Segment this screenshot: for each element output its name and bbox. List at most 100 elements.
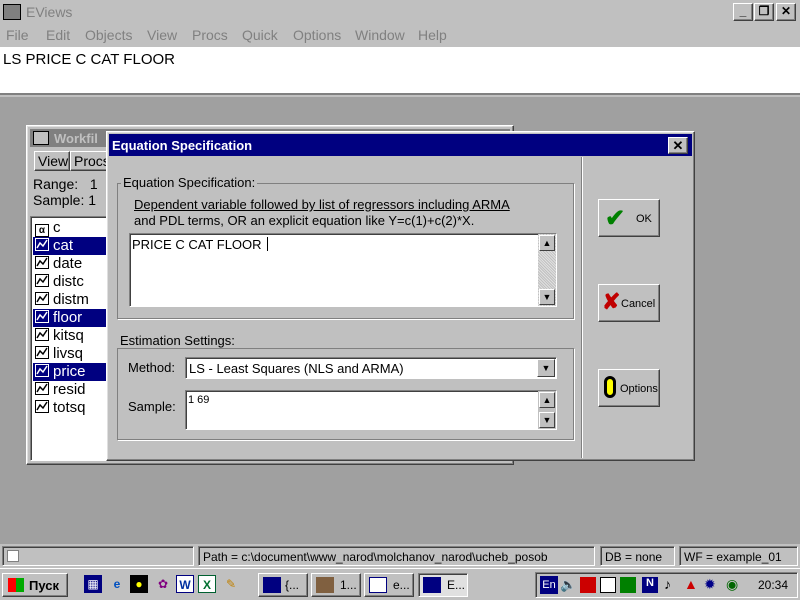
method-label: Method:	[128, 360, 175, 375]
scroll-up-icon[interactable]: ▲	[539, 235, 555, 251]
workfile-object-label: date	[53, 255, 83, 272]
series-icon	[35, 256, 49, 269]
workfile-icon	[33, 131, 49, 145]
eviews-app-icon[interactable]	[3, 4, 21, 20]
status-wf: WF = example_01	[679, 546, 798, 566]
minimize-button[interactable]: _	[733, 3, 753, 21]
alpha-icon: α	[35, 224, 49, 237]
workfile-object-livsq[interactable]: livsq	[33, 345, 109, 363]
spec-text: PRICE C CAT FLOOR	[132, 237, 262, 252]
speaker-icon[interactable]: 🔈	[560, 577, 576, 593]
sample-field-label: Sample:	[128, 399, 176, 414]
quicklaunch-app-icon[interactable]: ●	[130, 575, 148, 593]
scroll-down-icon[interactable]: ▼	[539, 412, 555, 428]
scroll-up-icon[interactable]: ▲	[539, 392, 555, 408]
menu-objects[interactable]: Objects	[85, 27, 132, 43]
restore-button[interactable]: ❐	[754, 3, 774, 21]
task-label: {...	[285, 578, 300, 592]
workfile-object-c[interactable]: αc	[33, 219, 109, 237]
quicklaunch-ie-icon[interactable]: e	[108, 575, 126, 593]
command-text: LS PRICE C CAT FLOOR	[3, 51, 175, 68]
tray-triangle-icon[interactable]: ▲	[684, 576, 698, 592]
workfile-object-label: livsq	[53, 345, 84, 362]
tray-mail-icon[interactable]	[620, 577, 636, 593]
workfile-object-cat[interactable]: cat	[33, 237, 109, 255]
task-icon	[316, 577, 334, 593]
tray-app-icon[interactable]	[580, 577, 596, 593]
dialog-close-button[interactable]: ✕	[668, 137, 688, 154]
text-cursor	[267, 237, 268, 251]
dialog-titlebar[interactable]: Equation Specification ✕	[109, 134, 692, 156]
workfile-object-distm[interactable]: distm	[33, 291, 109, 309]
menu-help[interactable]: Help	[418, 27, 447, 43]
menu-window[interactable]: Window	[355, 27, 405, 43]
quicklaunch-pencil-icon[interactable]: ✎	[222, 575, 240, 593]
workfile-object-kitsq[interactable]: kitsq	[33, 327, 109, 345]
dialog-title: Equation Specification	[112, 138, 253, 153]
close-button[interactable]: ✕	[776, 3, 796, 21]
dialog-divider	[581, 157, 583, 458]
taskbar: Пуск ▦ e ● ✿ W X ✎ {... 1... e... E... E…	[0, 568, 800, 600]
task-label: 1...	[340, 578, 357, 592]
language-indicator[interactable]: En	[540, 576, 558, 594]
cancel-button[interactable]: ✘ Cancel	[598, 284, 660, 322]
task-button-2[interactable]: 1...	[311, 573, 361, 597]
menu-bar: File Edit Objects View Procs Quick Optio…	[0, 24, 800, 46]
series-icon	[35, 400, 49, 413]
ok-button[interactable]: ✔ OK	[598, 199, 660, 237]
tray-n-icon[interactable]: N	[642, 577, 658, 593]
series-icon	[35, 346, 49, 359]
sample-textarea[interactable]: 1 69 ▲ ▼	[185, 390, 557, 430]
workfile-object-resid[interactable]: resid	[33, 381, 109, 399]
range-label: Range:	[33, 176, 79, 192]
spec-help-line2: and PDL terms, OR an explicit equation l…	[134, 213, 475, 228]
workfile-object-floor[interactable]: floor	[33, 309, 109, 327]
tray-globe-icon[interactable]: ◉	[726, 576, 738, 593]
tray-music-icon[interactable]: ♪	[664, 576, 671, 592]
checkmark-icon: ✔	[605, 205, 626, 232]
series-icon	[35, 238, 49, 251]
task-label: e...	[393, 578, 410, 592]
task-button-3[interactable]: e...	[364, 573, 414, 597]
eviews-icon	[423, 577, 441, 593]
spec-scrollbar[interactable]: ▲ ▼	[538, 234, 556, 306]
quicklaunch-desktop-icon[interactable]: ▦	[84, 575, 102, 593]
options-button[interactable]: Options	[598, 369, 660, 407]
series-icon	[35, 364, 49, 377]
quicklaunch-excel-icon[interactable]: X	[198, 575, 216, 593]
menu-procs[interactable]: Procs	[192, 27, 228, 43]
workfile-object-label: distc	[53, 273, 84, 290]
task-button-1[interactable]: {...	[258, 573, 308, 597]
menu-file[interactable]: File	[6, 27, 29, 43]
task-button-eviews-active[interactable]: E...	[418, 573, 468, 597]
start-button[interactable]: Пуск	[2, 573, 68, 597]
clock[interactable]: 20:34	[758, 578, 788, 592]
menu-quick[interactable]: Quick	[242, 27, 278, 43]
sample-label: Sample:	[33, 192, 85, 208]
workfile-object-price[interactable]: price	[33, 363, 109, 381]
spec-group-label: Equation Specification:	[121, 175, 258, 190]
workfile-view-button[interactable]: View	[34, 151, 70, 171]
start-label: Пуск	[29, 578, 59, 593]
quicklaunch-palette-icon[interactable]: ✿	[154, 575, 172, 593]
quicklaunch-word-icon[interactable]: W	[176, 575, 194, 593]
command-window[interactable]: LS PRICE C CAT FLOOR	[0, 47, 800, 95]
main-titlebar: EViews _ ❐ ✕	[0, 0, 800, 24]
spec-textarea[interactable]: PRICE C CAT FLOOR ▲ ▼	[129, 233, 557, 307]
workfile-object-date[interactable]: date	[33, 255, 109, 273]
scroll-down-icon[interactable]: ▼	[539, 289, 555, 305]
menu-options[interactable]: Options	[293, 27, 341, 43]
status-box-icon	[7, 550, 19, 562]
menu-edit[interactable]: Edit	[46, 27, 70, 43]
workfile-object-distc[interactable]: distc	[33, 273, 109, 291]
word-icon	[369, 577, 387, 593]
method-select[interactable]: LS - Least Squares (NLS and ARMA) ▼	[185, 357, 557, 379]
tray-card-icon[interactable]	[600, 577, 616, 593]
sample-scrollbar[interactable]: ▲ ▼	[538, 391, 556, 429]
workfile-object-label: totsq	[53, 399, 86, 416]
menu-view[interactable]: View	[147, 27, 177, 43]
cancel-label: Cancel	[621, 298, 656, 310]
chevron-down-icon[interactable]: ▼	[537, 359, 555, 377]
tray-gear-icon[interactable]: ✹	[704, 576, 716, 593]
workfile-object-totsq[interactable]: totsq	[33, 399, 109, 417]
